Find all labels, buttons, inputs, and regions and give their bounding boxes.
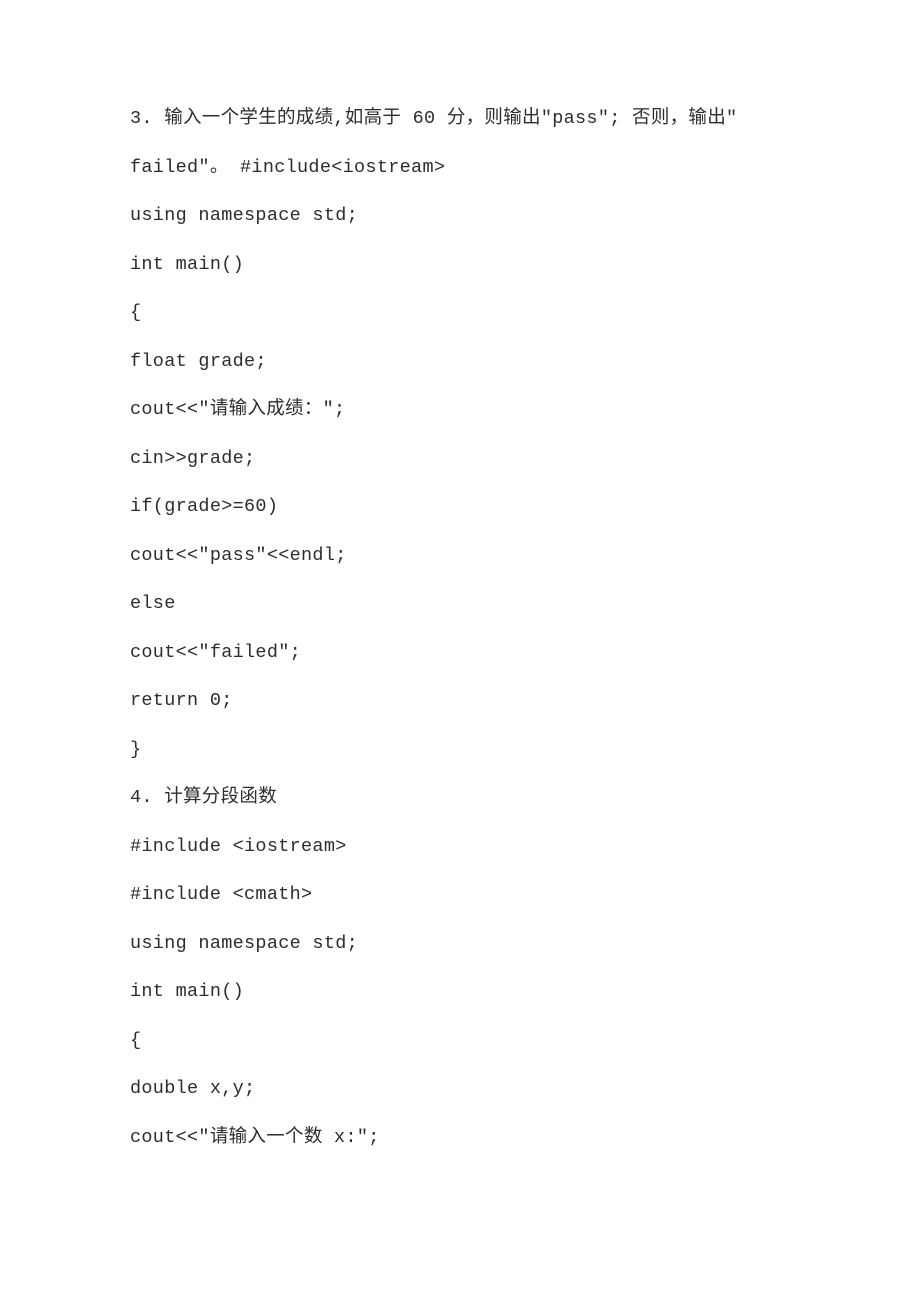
text-line: 3. 输入一个学生的成绩,如高于 60 分，则输出"pass"; 否则，输出" [130,110,795,129]
text-line: cout<<"请输入成绩："; [130,401,795,420]
text-line: { [130,304,795,323]
document-page: 3. 输入一个学生的成绩,如高于 60 分，则输出"pass"; 否则，输出" … [0,0,920,1302]
text-line: } [130,741,795,760]
text-line: int main() [130,256,795,275]
text-line: int main() [130,983,795,1002]
text-line: { [130,1032,795,1051]
text-line: failed"。 #include<iostream> [130,159,795,178]
text-line: float grade; [130,353,795,372]
text-line: #include <cmath> [130,886,795,905]
text-line: return 0; [130,692,795,711]
text-line: double x,y; [130,1080,795,1099]
text-line: cin>>grade; [130,450,795,469]
text-line: #include <iostream> [130,838,795,857]
text-line: else [130,595,795,614]
text-line: cout<<"pass"<<endl; [130,547,795,566]
text-line: using namespace std; [130,935,795,954]
text-line: cout<<"请输入一个数 x:"; [130,1129,795,1148]
text-line: cout<<"failed"; [130,644,795,663]
text-line: if(grade>=60) [130,498,795,517]
text-line: 4. 计算分段函数 [130,789,795,808]
text-line: using namespace std; [130,207,795,226]
